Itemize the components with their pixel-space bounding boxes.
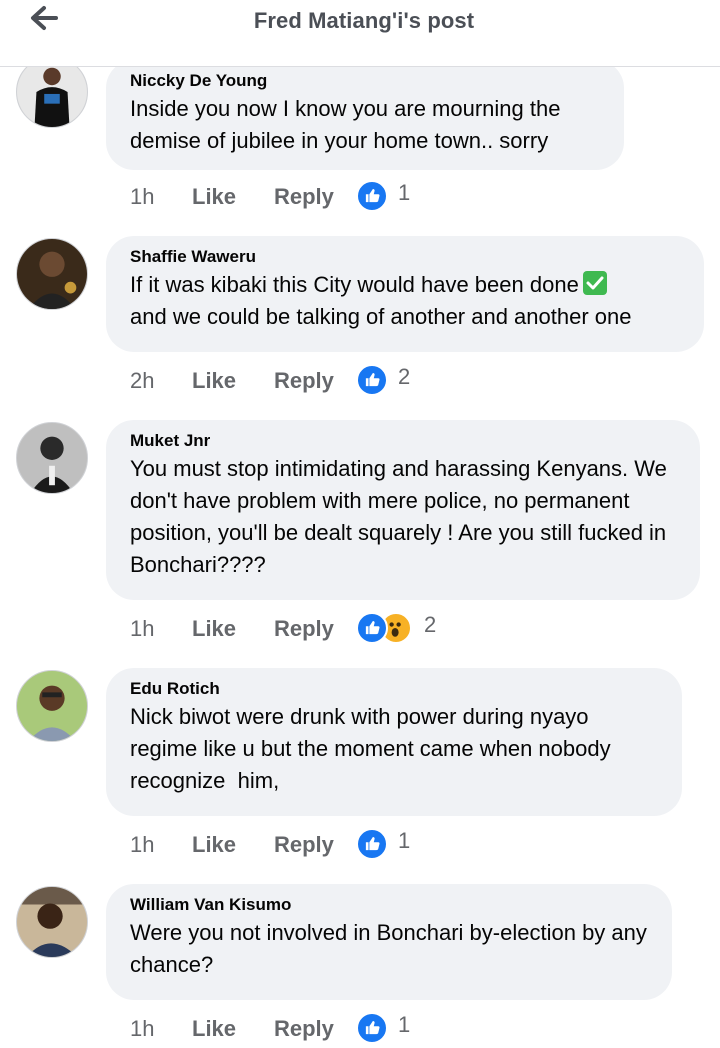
comment-bubble: William Van Kisumo Were you not involved… xyxy=(106,884,672,1000)
comment-author[interactable]: Shaffie Waweru xyxy=(130,246,680,268)
like-button[interactable]: Like xyxy=(192,1016,236,1042)
comment-author[interactable]: Niccky De Young xyxy=(130,70,600,92)
like-icon xyxy=(356,828,388,860)
like-icon xyxy=(356,612,388,644)
reaction-count: 1 xyxy=(398,828,411,853)
comment-timestamp[interactable]: 1h xyxy=(130,616,154,642)
top-bar: Fred Matiang'i's post xyxy=(0,0,720,67)
reply-button[interactable]: Reply xyxy=(274,832,334,858)
reply-button[interactable]: Reply xyxy=(274,368,334,394)
avatar[interactable] xyxy=(16,670,88,742)
like-button[interactable]: Like xyxy=(192,832,236,858)
comment-author[interactable]: Edu Rotich xyxy=(130,678,658,700)
check-mark-emoji xyxy=(582,271,607,295)
comment-text: You must stop intimidating and harassing… xyxy=(130,456,667,577)
reaction-count: 2 xyxy=(398,364,411,389)
reaction-count: 1 xyxy=(398,180,411,205)
reply-button[interactable]: Reply xyxy=(274,616,334,642)
comment-text: Nick biwot were drunk with power during … xyxy=(130,704,617,793)
comment-timestamp[interactable]: 1h xyxy=(130,1016,154,1042)
reply-button[interactable]: Reply xyxy=(274,184,334,210)
like-icon xyxy=(356,1012,388,1044)
reaction-count: 1 xyxy=(398,1012,411,1037)
comment-timestamp[interactable]: 1h xyxy=(130,184,154,210)
like-button[interactable]: Like xyxy=(192,184,236,210)
comment-text-line2: and we could be talking of another and a… xyxy=(130,304,632,329)
like-icon xyxy=(356,180,388,212)
comment-text: Were you not involved in Bonchari by-ele… xyxy=(130,920,647,977)
reply-button[interactable]: Reply xyxy=(274,1016,334,1042)
comment-timestamp[interactable]: 2h xyxy=(130,368,154,394)
like-button[interactable]: Like xyxy=(192,616,236,642)
reaction-count: 2 xyxy=(424,612,437,637)
comment-bubble: Niccky De Young Inside you now I know yo… xyxy=(106,60,624,170)
comment-bubble: Muket Jnr You must stop intimidating and… xyxy=(106,420,700,600)
comment-text-wrap: If it was kibaki this City would have be… xyxy=(130,269,680,333)
comment-text: If it was kibaki this City would have be… xyxy=(130,272,579,297)
comment-bubble: Edu Rotich Nick biwot were drunk with po… xyxy=(106,668,682,816)
comment-bubble: Shaffie Waweru If it was kibaki this Cit… xyxy=(106,236,704,352)
comment-timestamp[interactable]: 1h xyxy=(130,832,154,858)
comment-author[interactable]: William Van Kisumo xyxy=(130,894,648,916)
like-button[interactable]: Like xyxy=(192,368,236,394)
comment-author[interactable]: Muket Jnr xyxy=(130,430,676,452)
avatar[interactable] xyxy=(16,886,88,958)
comment-text: Inside you now I know you are mourning t… xyxy=(130,96,561,153)
page-title: Fred Matiang'i's post xyxy=(253,8,475,33)
avatar[interactable] xyxy=(16,238,88,310)
avatar[interactable] xyxy=(16,422,88,494)
like-icon xyxy=(356,364,388,396)
